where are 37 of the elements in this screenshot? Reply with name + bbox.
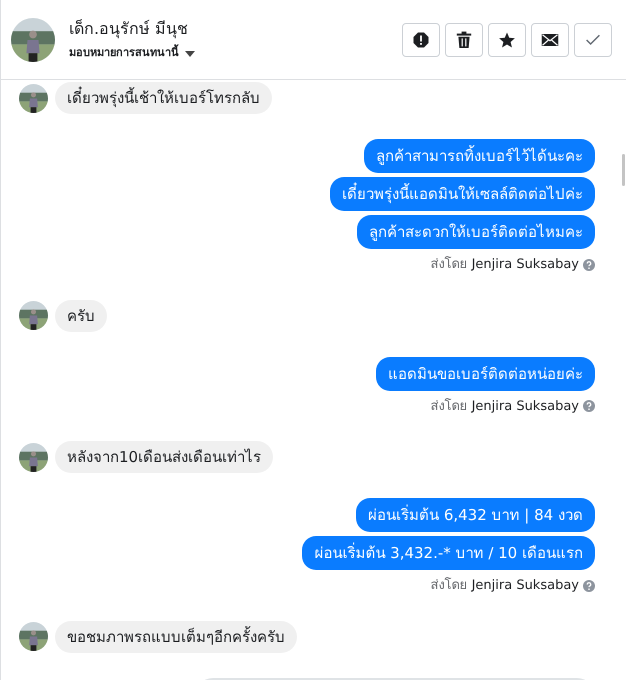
incoming-message: ขอชมภาพรถแบบเต็มๆอีกครั้งครับ (55, 620, 297, 652)
outgoing-message: แอดมินขอเบอร์ติดต่อหน่อยค่ะ (376, 356, 595, 390)
avatar (19, 442, 48, 472)
outgoing-message: เดี๋ยวพรุ่งนี้แอดมินให้เซลล์ติดต่อไปค่ะ (330, 177, 595, 211)
sender-name: Jenjira Suksabay (472, 577, 579, 595)
action-button[interactable] (402, 22, 440, 56)
alert-icon (412, 30, 430, 48)
avatar (19, 84, 48, 112)
outgoing-message: ผ่อนเริ่มต้น 6,432 บาท | 84 งวด (356, 498, 595, 532)
check-icon (585, 32, 601, 46)
mail-icon (541, 32, 559, 46)
scrollbar-thumb[interactable] (622, 154, 625, 186)
trash-icon (456, 30, 472, 48)
sender-name: Jenjira Suksabay (472, 256, 579, 274)
outgoing-message: ผ่อนเริ่มต้น 3,432.-* บาท / 10 เดือนแรก (302, 536, 595, 570)
caret-icon (185, 50, 195, 56)
action-button[interactable] (445, 22, 483, 56)
sent-by-label: ส่งโดย (430, 255, 468, 274)
help-icon (583, 580, 595, 592)
outgoing-message: ลูกค้าสามารถทิ้งเบอร์ไว้ได้นะคะ (364, 139, 595, 173)
incoming-message: ครับ (55, 300, 107, 332)
star-icon (498, 30, 516, 48)
sent-by-label: ส่งโดย (430, 576, 468, 595)
outgoing-message: ลูกค้าสะดวกให้เบอร์ติดต่อไหมคะ (357, 215, 595, 249)
action-button[interactable] (531, 22, 569, 56)
avatar (19, 301, 48, 330)
action-button[interactable] (488, 22, 526, 56)
incoming-message: เดี๋ยวพรุ่งนี้เช้าให้เบอร์โทรกลับ (55, 82, 272, 114)
sent-by-label: ส่งโดย (430, 397, 468, 416)
avatar (19, 622, 48, 651)
help-icon (583, 258, 595, 271)
contact-name: เด็ก.อนุรักษ์ มีนุช (69, 18, 190, 40)
help-icon (583, 400, 595, 412)
assign-dropdown[interactable]: มอบหมายการสนทนานี้ (69, 45, 195, 62)
avatar (11, 18, 55, 62)
sender-name: Jenjira Suksabay (472, 398, 579, 416)
incoming-message: หลังจาก10เดือนส่งเดือนเท่าไร (55, 441, 274, 473)
